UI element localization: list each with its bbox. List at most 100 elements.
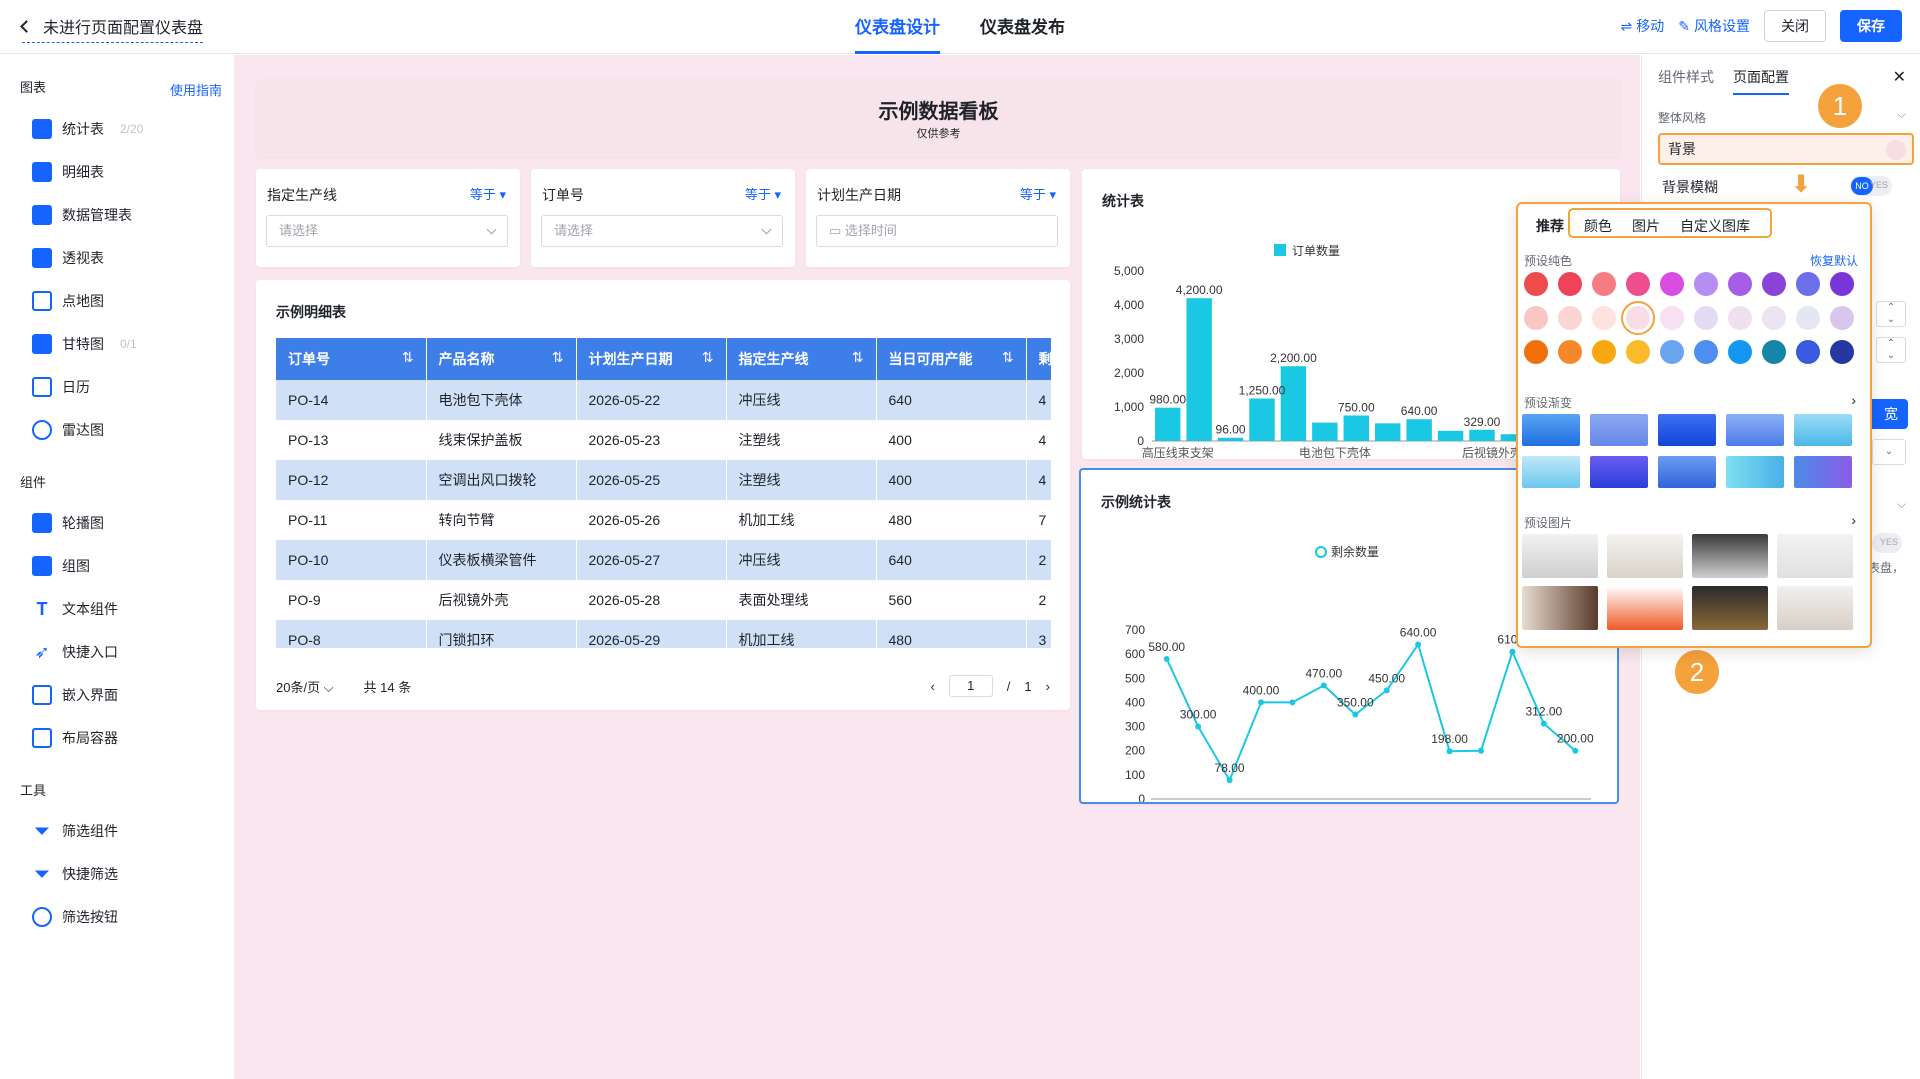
page-input[interactable]: 1 — [948, 675, 993, 697]
sidebar-item-filter[interactable]: ⏷ 筛选组件 — [32, 821, 118, 841]
close-button[interactable]: 关闭 — [1764, 10, 1826, 42]
stepper-2[interactable]: ⌃ ⌄ — [1876, 337, 1906, 363]
save-button[interactable]: 保存 — [1840, 10, 1902, 42]
color-swatch[interactable] — [1762, 306, 1786, 330]
color-swatch[interactable] — [1728, 306, 1752, 330]
color-swatch[interactable] — [1558, 306, 1582, 330]
color-swatch[interactable] — [1830, 272, 1854, 296]
back-button[interactable]: 未进行页面配置仪表盘 — [20, 14, 204, 43]
gradient-swatch[interactable] — [1590, 456, 1648, 488]
color-swatch[interactable] — [1524, 340, 1548, 364]
sort-icon[interactable]: ⇅ — [702, 349, 714, 366]
gradient-swatch[interactable] — [1522, 414, 1580, 446]
dashboard-name[interactable]: 未进行页面配置仪表盘 — [43, 14, 203, 38]
tab-custom-gallery[interactable]: 自定义图库 — [1670, 212, 1760, 240]
title-card[interactable]: 示例数据看板 仅供参考 — [256, 79, 1621, 157]
tab-page-config[interactable]: 页面配置 — [1733, 67, 1789, 95]
stepper[interactable]: ⌃ ⌄ — [1876, 301, 1906, 327]
preset-image[interactable] — [1607, 534, 1683, 578]
filter-date[interactable]: 计划生产日期 等于 ▾ ▭ 选择时间 — [806, 169, 1070, 267]
color-swatch[interactable] — [1592, 272, 1616, 296]
sidebar-item-filter-button[interactable]: 筛选按钮 — [32, 907, 118, 927]
detail-table-card[interactable]: 示例明细表 订单号 ⇅ 产品名称 ⇅ 计划生产日期 ⇅ 指定生产线 ⇅ 当日可用产能 ⇅ 剩 PO-… — [256, 280, 1070, 710]
sort-icon[interactable]: ⇅ — [552, 349, 564, 366]
chevron-right-icon[interactable]: › — [1851, 392, 1856, 408]
color-swatch[interactable] — [1796, 340, 1820, 364]
preset-image[interactable] — [1522, 586, 1598, 630]
filter-order[interactable]: 订单号 等于 ▾ 请选择 — [531, 169, 795, 267]
table-row[interactable]: PO-11 转向节臂 2026-05-26 机加工线 480 7 — [276, 500, 1051, 540]
gradient-swatch[interactable] — [1658, 414, 1716, 446]
preset-image[interactable] — [1692, 586, 1768, 630]
sort-icon[interactable]: ⇅ — [1002, 349, 1014, 366]
filter-line[interactable]: 指定生产线 等于 ▾ 请选择 — [256, 169, 520, 267]
tab-design[interactable]: 仪表盘设计 — [855, 0, 940, 54]
table-viewport[interactable]: 订单号 ⇅ 产品名称 ⇅ 计划生产日期 ⇅ 指定生产线 ⇅ 当日可用产能 ⇅ 剩 PO-14 电池包下… — [276, 338, 1051, 648]
gradient-swatch[interactable] — [1590, 414, 1648, 446]
color-swatch[interactable] — [1660, 272, 1684, 296]
column-header[interactable]: 剩 — [1026, 338, 1051, 380]
operator-dropdown[interactable]: 等于 ▾ — [1020, 184, 1056, 203]
tab-recommend[interactable]: 推荐 — [1526, 212, 1574, 240]
sort-icon[interactable]: ⇅ — [852, 349, 864, 366]
next-page-icon[interactable]: › — [1046, 679, 1050, 694]
gradient-swatch[interactable] — [1726, 456, 1784, 488]
sidebar-item-text[interactable]: T 文本组件 — [32, 599, 119, 619]
color-swatch[interactable] — [1728, 272, 1752, 296]
preset-image[interactable] — [1692, 534, 1768, 578]
sidebar-item-radar[interactable]: 雷达图 — [32, 420, 104, 440]
column-header[interactable]: 订单号 ⇅ — [276, 338, 427, 380]
color-swatch[interactable] — [1660, 340, 1684, 364]
color-swatch[interactable] — [1694, 306, 1718, 330]
close-icon[interactable]: ✕ — [1893, 67, 1906, 87]
color-swatch[interactable] — [1626, 272, 1650, 296]
background-setting[interactable]: 背景 — [1658, 133, 1914, 165]
color-swatch[interactable] — [1621, 301, 1655, 335]
color-swatch[interactable] — [1830, 340, 1854, 364]
operator-dropdown[interactable]: 等于 ▾ — [470, 184, 506, 203]
column-header[interactable]: 计划生产日期 ⇅ — [576, 338, 727, 380]
line-select[interactable]: 请选择 — [266, 215, 508, 247]
color-swatch[interactable] — [1728, 340, 1752, 364]
column-header[interactable]: 产品名称 ⇅ — [426, 338, 577, 380]
color-swatch[interactable] — [1796, 272, 1820, 296]
toggle-2[interactable]: YES — [1872, 533, 1902, 553]
gradient-swatch[interactable] — [1726, 414, 1784, 446]
order-select[interactable]: 请选择 — [541, 215, 783, 247]
color-swatch[interactable] — [1524, 272, 1548, 296]
color-swatch[interactable] — [1694, 340, 1718, 364]
color-swatch[interactable] — [1558, 272, 1582, 296]
color-swatch[interactable] — [1626, 340, 1650, 364]
sidebar-item-layout[interactable]: 布局容器 — [32, 728, 118, 748]
gradient-swatch[interactable] — [1794, 414, 1852, 446]
preset-image[interactable] — [1777, 586, 1853, 630]
color-swatch[interactable] — [1558, 340, 1582, 364]
blur-toggle[interactable]: NO YES — [1850, 176, 1892, 196]
gradient-swatch[interactable] — [1794, 456, 1852, 488]
preset-image[interactable] — [1607, 586, 1683, 630]
color-swatch[interactable] — [1762, 340, 1786, 364]
gradient-swatch[interactable] — [1658, 456, 1716, 488]
sort-icon[interactable]: ⇅ — [402, 349, 414, 366]
tab-color[interactable]: 颜色 — [1574, 212, 1622, 240]
column-header[interactable]: 指定生产线 ⇅ — [726, 338, 877, 380]
color-swatch[interactable] — [1796, 306, 1820, 330]
color-swatch[interactable] — [1592, 306, 1616, 330]
move-button[interactable]: ⇌ 移动 — [1621, 16, 1665, 36]
sidebar-item-calendar[interactable]: 日历 — [32, 377, 90, 397]
preset-image[interactable] — [1522, 534, 1598, 578]
color-swatch[interactable] — [1524, 306, 1548, 330]
color-swatch[interactable] — [1694, 272, 1718, 296]
sidebar-item-gantt[interactable]: 甘特图 0/1 — [32, 334, 137, 354]
color-swatch[interactable] — [1592, 340, 1616, 364]
sidebar-item-pivot[interactable]: 透视表 — [32, 248, 104, 268]
date-picker[interactable]: ▭ 选择时间 — [816, 215, 1058, 247]
table-row[interactable]: PO-9 后视镜外壳 2026-05-28 表面处理线 560 2 — [276, 580, 1051, 620]
sidebar-item-data-manage[interactable]: 数据管理表 — [32, 205, 132, 225]
sidebar-item-point-map[interactable]: 点地图 — [32, 291, 104, 311]
column-header[interactable]: 当日可用产能 ⇅ — [876, 338, 1027, 380]
chevron-right-icon[interactable]: › — [1851, 512, 1856, 528]
page-size-select[interactable]: 20条/页 ⌵ — [276, 677, 334, 696]
sidebar-item-group-image[interactable]: 组图 — [32, 556, 90, 576]
collapse-icon-2[interactable]: ⌵ — [1897, 497, 1906, 512]
